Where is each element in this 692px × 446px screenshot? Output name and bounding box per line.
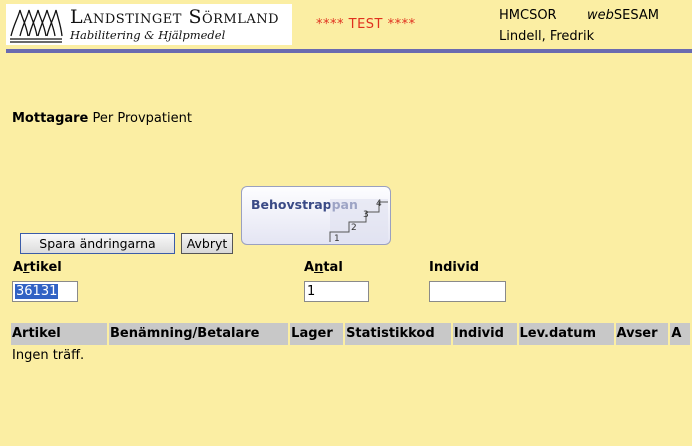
artikel-label-pre: A	[13, 260, 24, 275]
app-name-prefix: web	[587, 8, 614, 23]
logo-title: Landstinget Sörmland	[70, 5, 280, 28]
test-environment-banner: **** TEST ****	[316, 17, 416, 32]
logo-subtitle: Habilitering & Hjälpmedel	[70, 27, 226, 42]
individ-label: Individ	[429, 260, 480, 275]
step-3-label: 3	[363, 210, 369, 220]
recipient-line: Mottagare Per Provpatient	[12, 111, 192, 126]
step-2-label: 2	[351, 223, 357, 233]
staircase-icon: 1 2 3 4	[329, 199, 388, 244]
column-header-artikel[interactable]: Artikel	[11, 323, 107, 345]
artikel-label-post: tikel	[29, 260, 62, 275]
column-header-benamning[interactable]: Benämning/Betalare	[108, 323, 289, 345]
recipient-label: Mottagare	[12, 111, 89, 126]
antal-label-accesskey: n	[314, 260, 324, 275]
individ-input[interactable]	[429, 281, 506, 302]
app-name-suffix: SESAM	[613, 8, 659, 23]
column-header-lager[interactable]: Lager	[290, 323, 344, 345]
column-header-avser[interactable]: Avser	[615, 323, 669, 345]
save-changes-button[interactable]: Spara ändringarna	[20, 233, 175, 254]
recipient-value: Per Provpatient	[92, 111, 192, 126]
system-code: HMCSOR	[499, 8, 557, 23]
crown-logo-icon	[10, 9, 63, 43]
header-divider	[6, 49, 692, 53]
antal-label-post: tal	[323, 260, 343, 275]
artikel-input[interactable]	[12, 281, 78, 302]
behovstrappan-button[interactable]: Behovstrappan 1 2 3 4	[241, 186, 391, 245]
step-4-label: 4	[376, 199, 382, 209]
column-header-statistikkod[interactable]: Statistikkod	[345, 323, 451, 345]
antal-input[interactable]	[304, 281, 369, 302]
column-header-levdatum[interactable]: Lev.datum	[518, 323, 614, 345]
cancel-button[interactable]: Avbryt	[181, 233, 233, 254]
artikel-label: Artikel	[13, 260, 62, 275]
no-results-message: Ingen träff.	[12, 348, 85, 363]
column-header-more[interactable]: A	[670, 323, 690, 345]
antal-label: Antal	[304, 260, 343, 275]
landstinget-logo: Landstinget Sörmland Habilitering & Hjäl…	[6, 4, 292, 45]
app-name: webSESAM	[587, 8, 659, 23]
user-name: Lindell, Fredrik	[499, 29, 595, 44]
column-header-individ[interactable]: Individ	[452, 323, 517, 345]
antal-label-pre: A	[304, 260, 315, 275]
results-table-header: Artikel Benämning/Betalare Lager Statist…	[11, 323, 692, 345]
step-1-label: 1	[334, 234, 340, 244]
